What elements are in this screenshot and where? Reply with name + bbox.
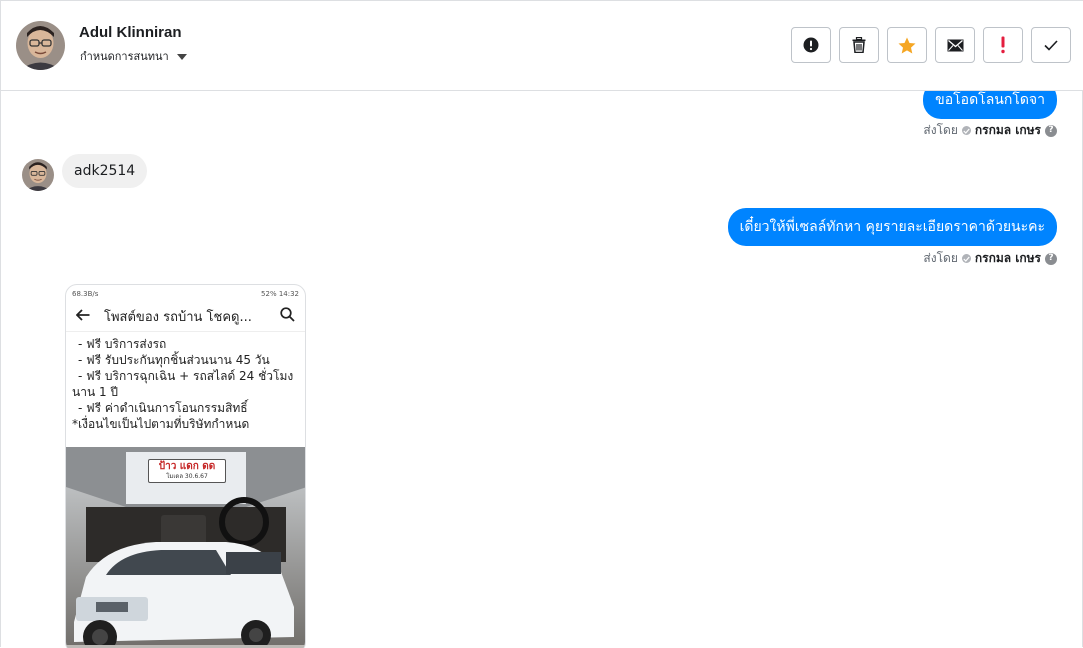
sent-by-label: ส่งโดย [923,123,958,137]
contact-avatar[interactable] [16,21,65,70]
outgoing-message-bubble: เดี๋ยวให้พี่เซลล์ทักหา คุยรายละเอียดราคา… [727,208,1057,246]
outgoing-message-bubble: ขอโอดโลนกโดจา [923,91,1057,119]
exclamation-circle-icon [803,37,819,53]
contact-name: Adul Klinniran [79,24,182,41]
conversation-header: Adul Klinniran กำหนดการสนทนา [1,1,1083,91]
report-button[interactable] [791,27,831,63]
star-button[interactable] [887,27,927,63]
agent-name[interactable]: กรกมล เกษร [975,249,1041,268]
action-toolbar [791,27,1071,63]
post-line: - ฟรี ค่าดำเนินการโอนกรรมสิทธิ์ [78,401,248,415]
sign-text: ป้าว แดก ดด [158,461,216,472]
status-left: 68.3B/s [72,289,99,298]
conversation-panel: Adul Klinniran กำหนดการสนทนา ขอโอดโลนกโด… [0,0,1083,648]
mark-spam-button[interactable] [983,27,1023,63]
phone-nav-bar: โพสต์ของ รถบ้าน โชคดู... [66,302,305,332]
help-icon[interactable]: ? [1045,252,1057,265]
phone-status-bar: 68.3B/s 52% 14:32 [66,285,305,302]
sent-by-label: ส่งโดย [923,251,958,265]
mark-done-button[interactable] [1031,27,1071,63]
phone-post-text: - ฟรี บริการส่งรถ - ฟรี รับประกันทุกชิ้น… [66,332,305,436]
post-line: *เงื่อนไขเป็นไปตามที่บริษัทกำหนด [72,417,250,431]
trash-icon [852,37,866,53]
phone-nav-title: โพสต์ของ รถบ้าน โชคดู... [104,310,252,325]
mark-unread-button[interactable] [935,27,975,63]
post-line: - ฟรี รับประกันทุกชิ้นส่วนนาน 45 วัน [78,353,270,367]
incoming-message-bubble: adk2514 [62,154,148,188]
envelope-icon [947,39,963,51]
checkmark-icon [1044,39,1058,51]
message-thread: ขอโอดโลนกโดจา ส่งโดย กรกมล เกษร ? adk251… [1,91,1083,648]
conversation-label-dropdown[interactable]: กำหนดการสนทนา [80,47,187,65]
search-icon [280,307,295,326]
image-attachment[interactable]: 68.3B/s 52% 14:32 โพสต์ของ รถบ้าน โชคดู.… [65,284,306,648]
sent-by-info: ส่งโดย กรกมล เกษร ? [923,249,1057,268]
back-arrow-icon [75,308,90,325]
sender-avatar[interactable] [22,159,54,191]
showroom-sign: ป้าว แดก ดด โมเดล 30.6.67 [148,459,226,483]
verified-check-icon [961,126,971,135]
delete-button[interactable] [839,27,879,63]
car-photo: ป้าว แดก ดด โมเดล 30.6.67 [66,447,305,648]
verified-check-icon [961,254,971,263]
post-line: นาน 1 ปี [72,385,119,399]
exclamation-icon [1001,36,1005,54]
status-right: 52% 14:32 [261,289,299,298]
sent-by-info: ส่งโดย กรกมล เกษร ? [923,121,1057,140]
caret-down-icon [176,54,187,60]
conversation-label-text: กำหนดการสนทนา [80,50,169,63]
post-line: - ฟรี บริการส่งรถ [78,337,167,351]
post-line: - ฟรี บริการฉุกเฉิน + รถสไลด์ 24 ชั่วโมง [78,369,294,383]
agent-name[interactable]: กรกมล เกษร [975,121,1041,140]
help-icon[interactable]: ? [1045,124,1057,137]
sign-subtext: โมเดล 30.6.67 [166,473,208,480]
star-icon [898,37,916,53]
